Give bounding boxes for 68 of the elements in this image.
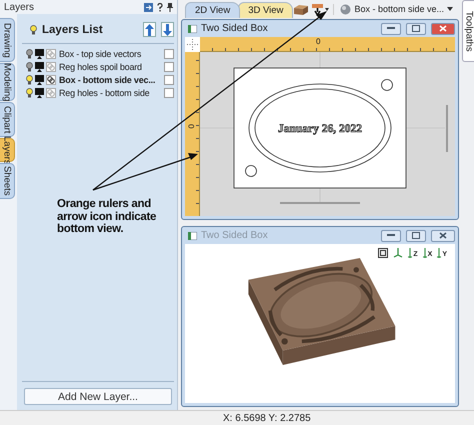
bottom-view-icon[interactable] [312, 4, 330, 14]
window-icon [188, 24, 197, 32]
maximize-button[interactable] [406, 22, 426, 34]
help-icon[interactable] [157, 2, 163, 12]
annotation-text: Orange rulers and arrow icon indicate bottom view. [57, 198, 157, 236]
monitor-icon[interactable] [35, 48, 44, 58]
iso-view-icon[interactable] [393, 248, 404, 258]
layer-dropdown[interactable]: Box - bottom side ve... [354, 4, 444, 14]
window-title: Two Sided Box [201, 23, 269, 34]
maximize-button[interactable] [406, 230, 426, 242]
light-bulb-icon[interactable] [26, 62, 33, 72]
minimize-icon [387, 27, 395, 30]
axis-view-icon[interactable] [437, 248, 442, 258]
layer-icon [46, 62, 56, 72]
window-icon [188, 232, 197, 240]
monitor-icon[interactable] [35, 74, 44, 84]
layers-list-title: Layers List [42, 24, 104, 36]
box-icon[interactable] [294, 4, 308, 14]
layer-name[interactable]: Box - bottom side vec... [59, 74, 162, 84]
ruler-origin-icon [185, 37, 200, 52]
side-tab[interactable]: Clipart [0, 102, 15, 137]
close-button[interactable] [431, 22, 455, 34]
layer-checkbox[interactable] [164, 88, 174, 98]
layer-icon [46, 74, 56, 84]
ruler-label: 0 [187, 124, 196, 128]
ruler-label: 0 [316, 37, 320, 46]
monitor-icon[interactable] [35, 62, 44, 72]
layer-name[interactable]: Box - top side vectors [59, 48, 162, 58]
layer-checkbox[interactable] [164, 74, 174, 84]
caret-icon[interactable] [447, 7, 453, 11]
sphere-icon [340, 4, 352, 14]
monitor-icon[interactable] [35, 88, 44, 98]
layer-checkbox[interactable] [164, 62, 174, 72]
side-tab[interactable]: Sheets [0, 163, 15, 199]
scrollbar-thumb[interactable] [446, 105, 448, 152]
pin-icon[interactable] [167, 2, 173, 12]
light-bulb-icon[interactable] [26, 74, 33, 84]
close-button[interactable] [431, 230, 455, 242]
canvas-text: January 26, 2022 [278, 123, 362, 135]
layer-name[interactable]: Reg holes spoil board [59, 62, 162, 72]
add-layer-button[interactable]: Add New Layer... [24, 388, 172, 405]
minimize-icon [387, 234, 395, 237]
layer-checkbox[interactable] [164, 48, 174, 58]
light-bulb-icon[interactable] [30, 24, 37, 34]
view-tab[interactable]: 2D View [185, 2, 240, 18]
side-tab[interactable]: Drawing [0, 18, 15, 62]
move-down-button[interactable] [161, 22, 174, 37]
layer-name[interactable]: Reg holes - bottom side [59, 88, 162, 98]
view-tab[interactable]: 3D View [238, 2, 294, 18]
layer-icon [46, 88, 56, 98]
scrollbar-thumb[interactable] [280, 202, 360, 204]
close-icon [439, 25, 447, 32]
cursor-coordinates: X: 6.5698 Y: 2.2785 [223, 412, 311, 424]
minimize-button[interactable] [381, 230, 401, 242]
layer-icon [46, 48, 56, 58]
maximize-icon [412, 232, 420, 239]
minimize-button[interactable] [381, 22, 401, 34]
light-bulb-icon[interactable] [26, 88, 33, 98]
move-up-button[interactable] [143, 22, 156, 37]
light-bulb-icon[interactable] [26, 48, 33, 58]
axis-view-icon[interactable] [422, 248, 427, 258]
panel-title: Layers [4, 2, 36, 12]
axis-view-icon[interactable] [408, 248, 412, 258]
frame-view-icon[interactable] [378, 248, 388, 258]
close-icon [439, 232, 447, 239]
window-title: Two Sided Box [201, 230, 269, 241]
side-tab[interactable]: Modeling [0, 63, 15, 101]
maximize-icon [412, 25, 420, 32]
